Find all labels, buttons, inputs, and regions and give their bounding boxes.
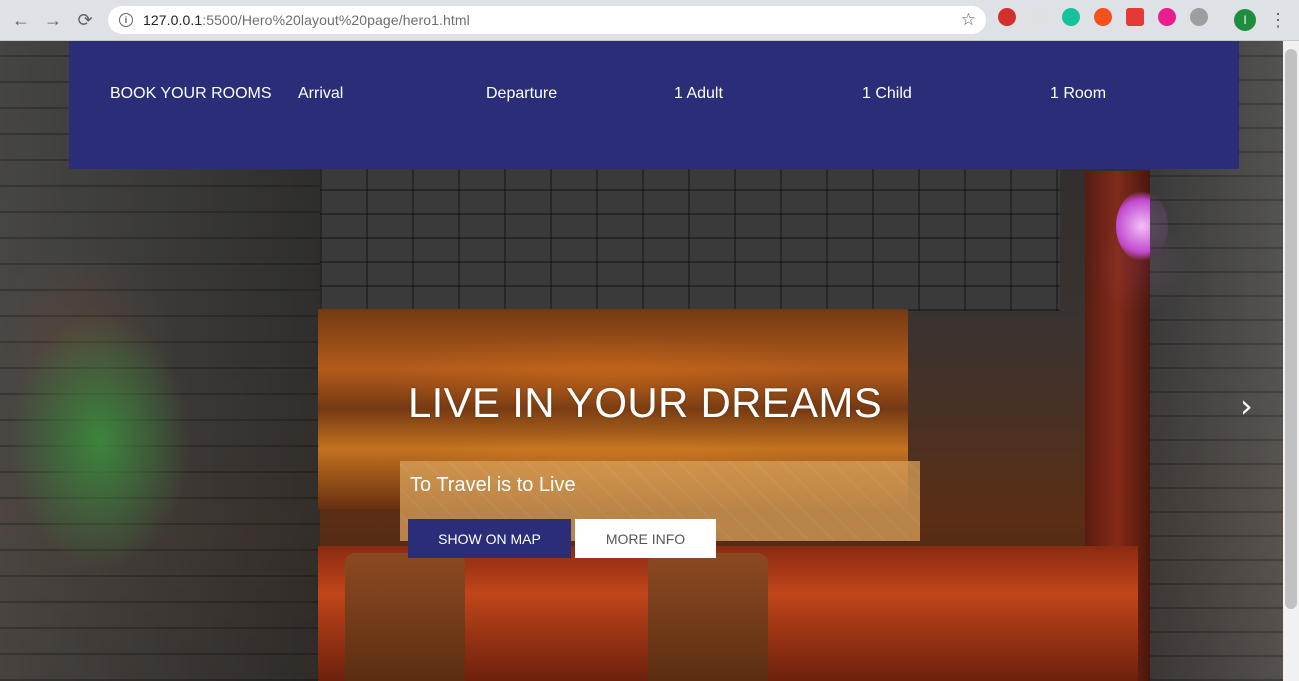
extensions-tray <box>998 8 1222 26</box>
profile-avatar[interactable]: I <box>1234 9 1256 31</box>
browser-toolbar: ← → ⟳ i 127.0.0.1:5500/Hero%20layout%20p… <box>0 0 1299 41</box>
reload-icon[interactable]: ⟳ <box>73 8 97 32</box>
extension-icon[interactable] <box>1030 8 1048 26</box>
arrival-field[interactable]: Arrival <box>298 82 486 169</box>
page-viewport: BOOK YOUR ROOMS Arrival Departure 1 Adul… <box>0 41 1283 681</box>
carousel-next-icon[interactable]: › <box>1240 387 1253 425</box>
more-info-button[interactable]: MORE INFO <box>575 519 716 558</box>
extension-icon[interactable] <box>1190 8 1208 26</box>
children-select[interactable]: 1 Child <box>862 82 1050 169</box>
departure-field[interactable]: Departure <box>486 82 674 169</box>
forward-icon[interactable]: → <box>41 8 65 32</box>
show-on-map-button[interactable]: SHOW ON MAP <box>408 519 571 558</box>
grammarly-icon[interactable] <box>1062 8 1080 26</box>
url-text[interactable]: 127.0.0.1:5500/Hero%20layout%20page/hero… <box>143 12 470 28</box>
page-scrollbar[interactable] <box>1283 41 1299 681</box>
url-host: 127.0.0.1 <box>143 12 203 28</box>
extension-icon[interactable] <box>1158 8 1176 26</box>
extension-icon[interactable] <box>1126 8 1144 26</box>
url-path: :5500/Hero%20layout%20page/hero1.html <box>202 12 470 28</box>
chrome-menu-icon[interactable]: ⋮ <box>1269 9 1287 31</box>
rooms-select[interactable]: 1 Room <box>1050 82 1238 169</box>
hero-background-image <box>345 553 465 681</box>
hero-subtitle: To Travel is to Live <box>410 474 576 496</box>
scrollbar-thumb[interactable] <box>1285 49 1297 609</box>
lastpass-icon[interactable] <box>998 8 1016 26</box>
hero-title: LIVE IN YOUR DREAMS <box>408 379 883 426</box>
hero-background-image <box>0 261 260 621</box>
adults-select[interactable]: 1 Adult <box>674 82 862 169</box>
hero-background-image <box>648 553 768 681</box>
extension-icon[interactable] <box>1094 8 1112 26</box>
bookmark-star-icon[interactable]: ☆ <box>961 10 976 30</box>
info-icon[interactable]: i <box>119 13 133 27</box>
booking-bar: BOOK YOUR ROOMS Arrival Departure 1 Adul… <box>69 41 1239 169</box>
booking-title: BOOK YOUR ROOMS <box>110 85 272 102</box>
back-icon[interactable]: ← <box>9 8 33 32</box>
address-bar[interactable]: i 127.0.0.1:5500/Hero%20layout%20page/he… <box>108 6 986 34</box>
